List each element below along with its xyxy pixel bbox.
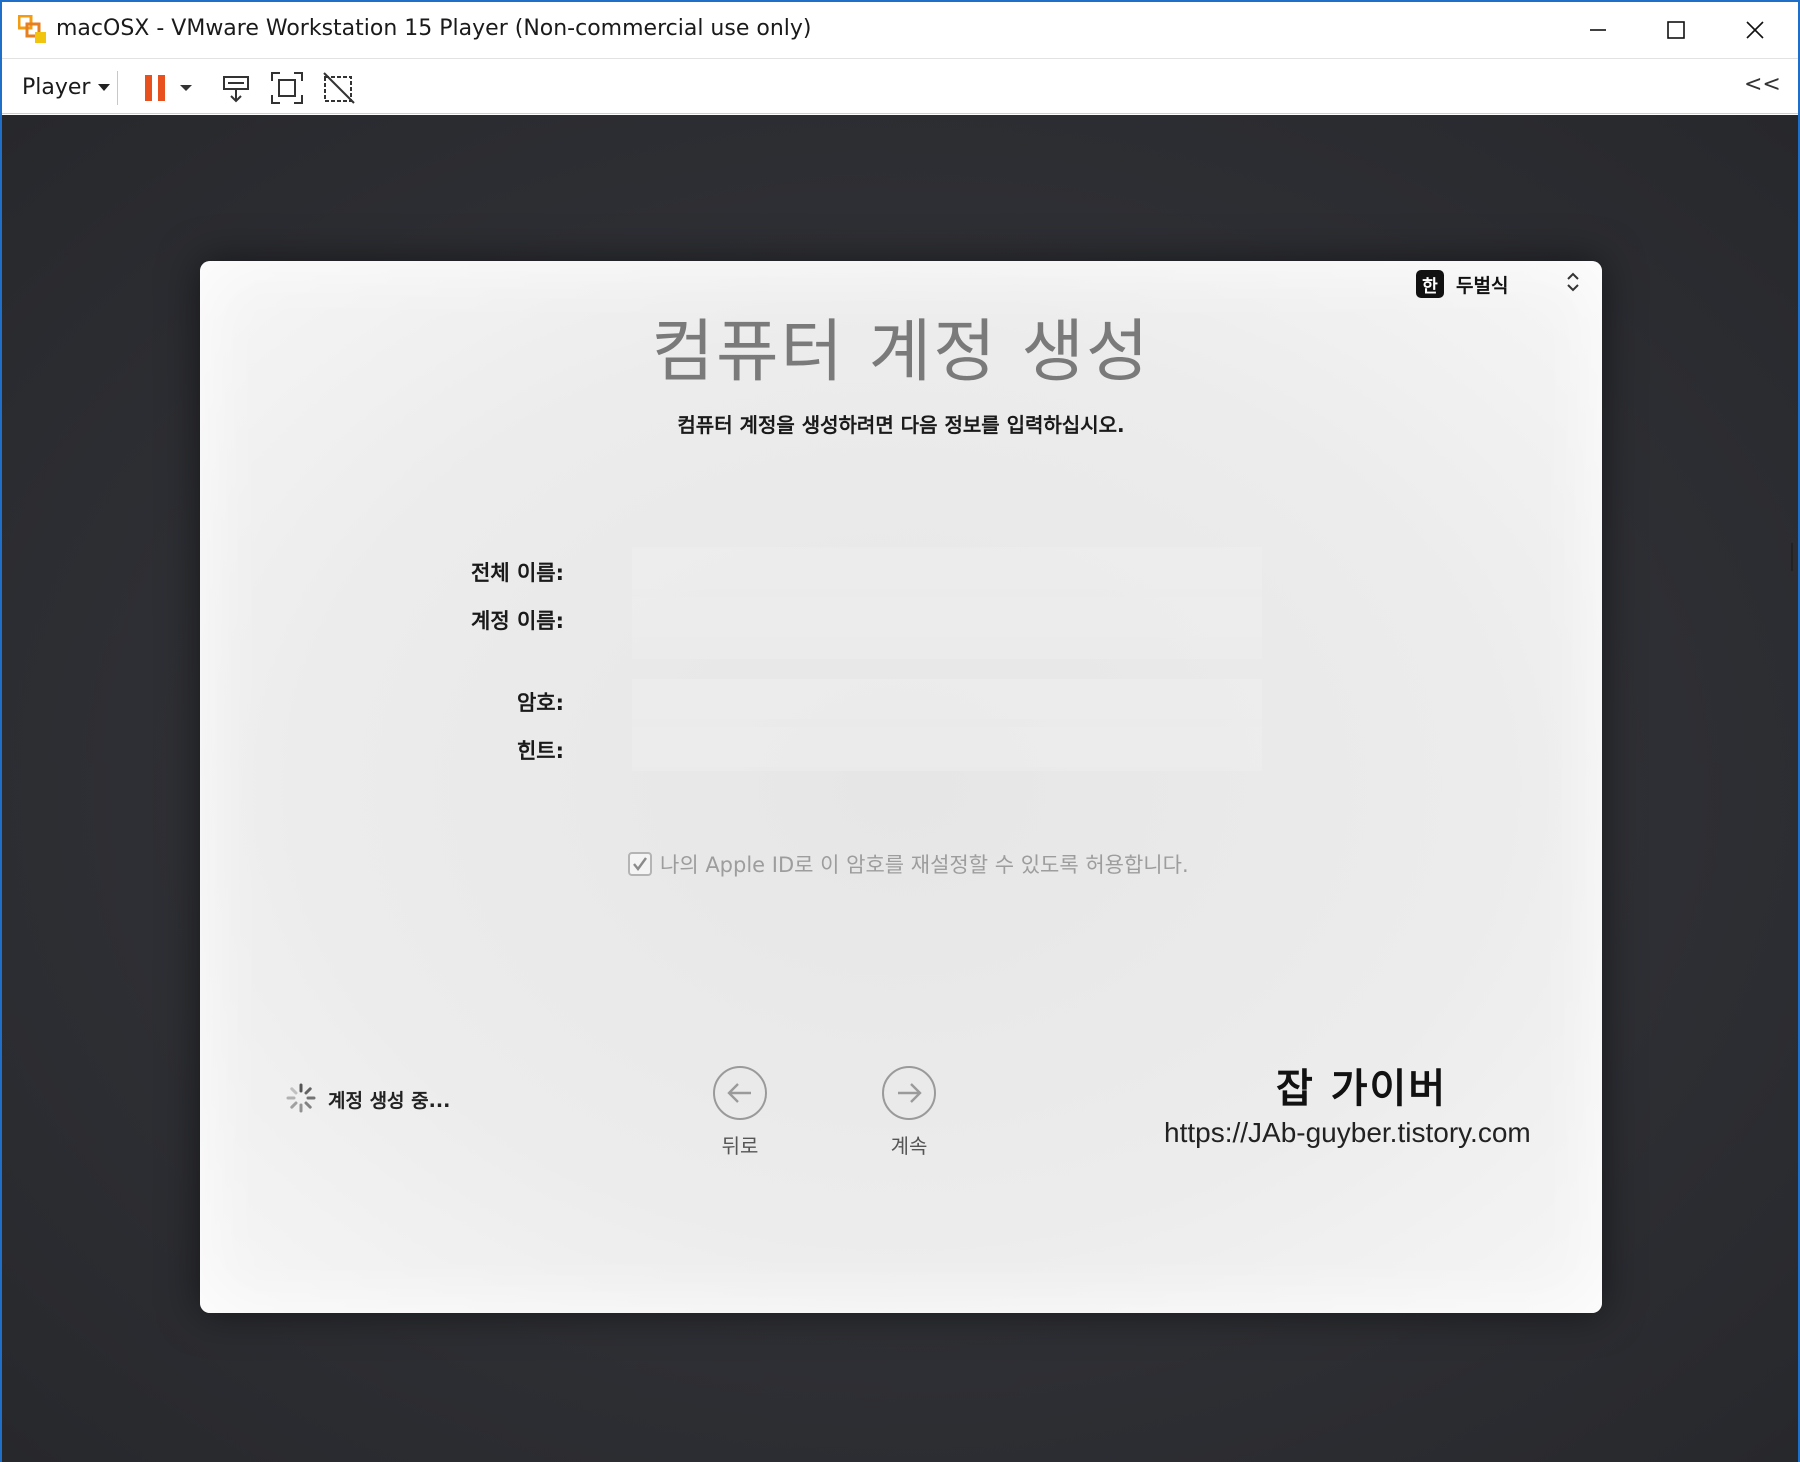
hint-field[interactable] (632, 727, 1262, 767)
player-menu[interactable]: Player (22, 73, 111, 101)
checkmark-icon (633, 857, 647, 871)
account-name-field[interactable] (632, 597, 1262, 637)
watermark-title: 잡 가이버 (1276, 1066, 1448, 1112)
vmware-player-window: macOSX - VMware Workstation 15 Player (N… (0, 0, 1800, 1462)
minimize-icon (1590, 29, 1606, 31)
continue-label: 계속 (890, 1134, 928, 1158)
vm-display[interactable]: 한 두벌식 컴퓨터 계정 생성 컴퓨터 계정을 생성하려면 다음 정보를 입력하… (2, 115, 1798, 1462)
vmware-app-icon (17, 14, 48, 45)
fullscreen-button[interactable] (268, 69, 306, 107)
full-name-label: 전체 이름: (471, 561, 564, 585)
pause-button[interactable] (136, 69, 174, 107)
apple-id-reset-option[interactable]: 나의 Apple ID로 이 암호를 재설정할 수 있도록 허용합니다. (628, 849, 1189, 879)
fullscreen-icon (271, 72, 303, 104)
player-menu-label: Player (22, 74, 91, 100)
input-source-menu[interactable]: 한 두벌식 (1416, 269, 1580, 299)
window-title: macOSX - VMware Workstation 15 Player (N… (56, 16, 812, 41)
input-source-label: 두벌식 (1456, 274, 1509, 297)
hint-label: 힌트: (516, 739, 564, 763)
close-button[interactable] (1716, 2, 1794, 58)
up-down-chevron-icon (1566, 271, 1580, 298)
apple-id-reset-label: 나의 Apple ID로 이 암호를 재설정할 수 있도록 허용합니다. (660, 853, 1189, 877)
unity-icon (323, 72, 355, 104)
title-bar[interactable]: macOSX - VMware Workstation 15 Player (N… (2, 2, 1798, 58)
maximize-icon (1667, 21, 1685, 39)
input-source-badge: 한 (1416, 270, 1444, 298)
setup-assistant-panel: 한 두벌식 컴퓨터 계정 생성 컴퓨터 계정을 생성하려면 다음 정보를 입력하… (200, 261, 1602, 1313)
chevron-down-icon (98, 83, 111, 91)
minimize-button[interactable] (1559, 2, 1637, 58)
status-text: 계정 생성 중... (328, 1090, 451, 1112)
toolbar-divider (117, 71, 118, 105)
close-icon (1746, 21, 1764, 39)
back-label: 뒤로 (721, 1134, 759, 1158)
send-ctrl-alt-del-icon (223, 76, 249, 103)
back-button[interactable]: 뒤로 (705, 1066, 775, 1159)
text-cursor-icon (1790, 543, 1794, 571)
back-arrow-icon (713, 1066, 767, 1120)
page-title: 컴퓨터 계정 생성 (651, 313, 1151, 392)
unity-button[interactable] (320, 69, 358, 107)
full-name-field[interactable] (632, 549, 1262, 589)
apple-id-reset-checkbox[interactable] (628, 852, 652, 876)
spinner-icon (286, 1083, 316, 1113)
collapse-toolbar-button[interactable]: << (1744, 72, 1781, 97)
continue-button[interactable]: 계속 (874, 1066, 944, 1159)
page-subtitle: 컴퓨터 계정을 생성하려면 다음 정보를 입력하십시오. (677, 413, 1125, 437)
password-field[interactable] (632, 679, 1262, 719)
pause-dropdown-button[interactable] (174, 69, 198, 107)
forward-arrow-icon (882, 1066, 936, 1120)
dropdown-arrow-icon (180, 85, 192, 91)
password-label: 암호: (516, 691, 564, 715)
send-ctrl-alt-del-button[interactable] (217, 69, 255, 107)
maximize-button[interactable] (1637, 2, 1715, 58)
watermark-url: https://JAb-guyber.tistory.com (1164, 1117, 1531, 1148)
pause-icon (145, 75, 165, 101)
player-toolbar: Player << (2, 58, 1798, 114)
account-name-label: 계정 이름: (471, 609, 564, 633)
